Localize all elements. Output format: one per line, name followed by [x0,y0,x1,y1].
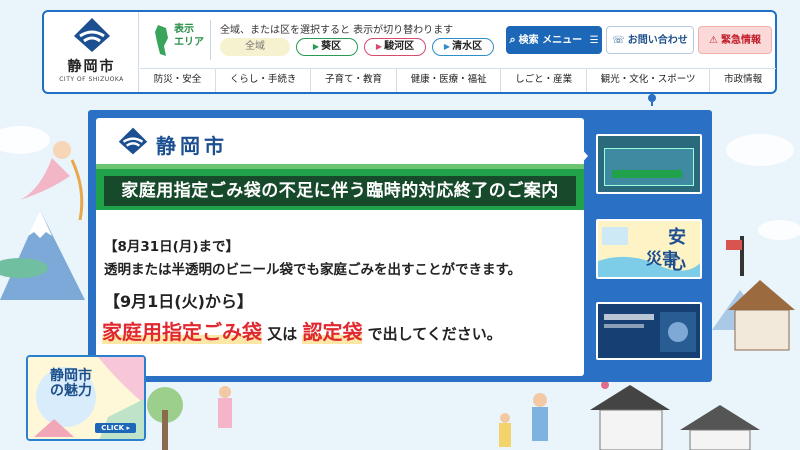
arrow-right-icon: ▶ [375,42,383,51]
dark-thumbnail-art [598,304,700,358]
or-text: 又は [262,325,303,343]
divider [210,20,211,60]
carousel-main-slide[interactable]: 静岡市 家庭用指定ごみ袋の不足に伴う臨時的対応終了のご案内 【8月31日(月)ま… [96,118,584,376]
nav-item-living[interactable]: くらし・手続き [215,69,310,92]
thumb-subtitle: 災害 [646,249,679,268]
search-menu-button[interactable]: ⌕ 検索 メニュー ☰ [506,26,602,54]
instruction-end-text: で出してください。 [362,325,502,343]
from-date-text: 家庭用指定ごみ袋 又は 認定袋 で出してください。 [102,316,502,346]
search-menu-label: 検索 メニュー [518,35,583,46]
city-charm-card[interactable]: 静岡市の魅力 CLICK ▸ [26,355,146,441]
certified-bag-text: 認定袋 [302,320,363,344]
display-area-label: 表示 エリア [154,22,214,62]
area-description: 全域、または区を選択すると 表示が切り替わります [220,25,454,36]
shizuoka-emblem-icon [74,18,110,52]
area-label-line1: 表示 [174,24,194,35]
designated-bag-text: 家庭用指定ごみ袋 [102,320,262,344]
charm-title: 静岡市の魅力 [50,368,92,399]
nav-item-disaster-safety[interactable]: 防災・安全 [140,69,215,92]
ward-label: 葵区 [321,41,342,52]
site-header: 静岡市 CITY OF SHIZUOKA 表示 エリア 全域、または区を選択する… [42,10,777,94]
from-date-label: 【9月1日(火)から】 [104,292,253,311]
contact-button[interactable]: ☏ お問い合わせ [606,26,694,54]
search-icon: ⌕ [509,33,516,46]
carousel-next-icon[interactable] [578,145,590,167]
ward-button-shimizu[interactable]: ▶ 清水区 [432,38,494,56]
site-logo[interactable]: 静岡市 CITY OF SHIZUOKA [44,12,139,92]
carousel-thumbnail-3[interactable] [596,302,702,360]
warning-icon: ⚠ [709,35,718,46]
carousel-thumbnail-1[interactable] [596,134,702,194]
emergency-info-button[interactable]: ⚠ 緊急情報 [698,26,772,54]
nav-item-city-admin[interactable]: 市政情報 [709,69,776,92]
shizuoka-emblem-icon [118,127,148,155]
ward-button-suruga[interactable]: ▶ 駿河区 [364,38,426,56]
emergency-label: 緊急情報 [720,35,761,46]
logo-name: 静岡市 [67,59,116,75]
notice-banner-title: 家庭用指定ごみ袋の不足に伴う臨時的対応終了のご案内 [104,176,576,206]
arrow-right-icon: ▶ [312,42,320,51]
hamburger-icon: ☰ [589,35,599,46]
nav-item-tourism[interactable]: 観光・文化・スポーツ [585,69,709,92]
ward-button-aoi[interactable]: ▶ 葵区 [296,38,358,56]
until-date-label: 【8月31日(月)まで】 [104,239,240,255]
arrow-right-icon: ▶ [443,42,451,51]
nav-item-childcare[interactable]: 子育て・教育 [310,69,396,92]
click-badge[interactable]: CLICK ▸ [95,423,136,433]
contact-label: お問い合わせ [627,35,688,46]
shizuoka-map-icon [155,25,168,56]
until-date-text: 透明または半透明のビニール袋でも家庭ごみを出すことができます。 [104,262,522,278]
ward-label: 清水区 [452,41,483,52]
logo-subtitle: CITY OF SHIZUOKA [59,76,124,83]
notice-banner: 家庭用指定ごみ袋の不足に伴う臨時的対応終了のご案内 [96,164,584,210]
global-nav: 防災・安全 くらし・手続き 子育て・教育 健康・医療・福祉 しごと・産業 観光・… [140,68,776,92]
carousel-thumbnail-2[interactable]: 安心 災害 [596,219,702,279]
phone-icon: ☏ [612,35,625,46]
ward-button-all[interactable]: 全域 [220,38,290,56]
ward-label: 全域 [245,41,265,52]
nav-item-work[interactable]: しごと・産業 [500,69,586,92]
area-label-line2: エリア [174,37,204,48]
ward-label: 駿河区 [384,41,415,52]
slide-logo-text: 静岡市 [156,134,228,158]
nav-item-health[interactable]: 健康・医療・福祉 [395,69,501,92]
